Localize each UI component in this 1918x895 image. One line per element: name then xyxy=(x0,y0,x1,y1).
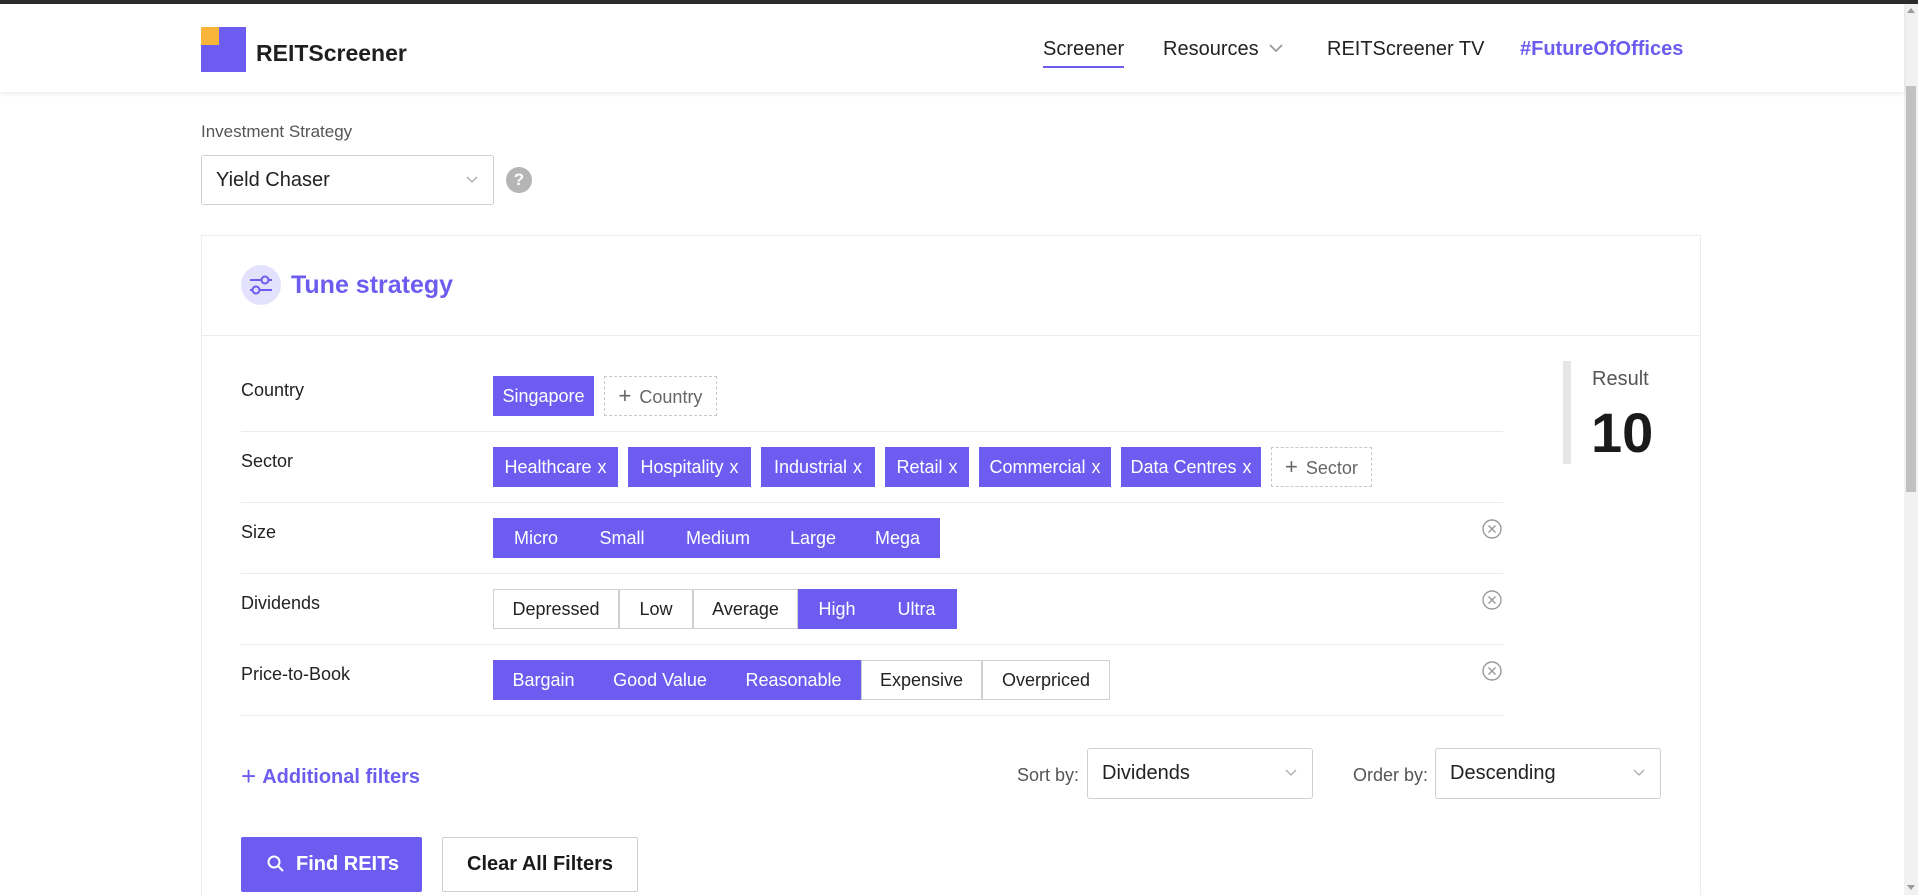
chip-sector-healthcare[interactable]: Healthcare x xyxy=(493,447,618,487)
chevron-down-icon[interactable] xyxy=(1268,42,1284,54)
sliders-icon xyxy=(241,265,281,305)
size-option-small[interactable]: Small xyxy=(579,518,665,558)
scroll-up-arrow-icon[interactable] xyxy=(1907,8,1915,13)
dividends-option-depressed[interactable]: Depressed xyxy=(493,589,619,629)
nav-reitscreener-tv[interactable]: REITScreener TV xyxy=(1327,38,1484,61)
investment-strategy-select[interactable]: Yield Chaser xyxy=(201,155,494,205)
reitscreener-logo[interactable] xyxy=(201,27,246,72)
dividends-option-ultra[interactable]: Ultra xyxy=(876,589,957,629)
chip-sector-hospitality[interactable]: Hospitality x xyxy=(628,447,751,487)
sort-by-value: Dividends xyxy=(1102,762,1190,784)
clear-price-to-book-icon[interactable] xyxy=(1481,660,1503,682)
clear-size-icon[interactable] xyxy=(1481,518,1503,540)
find-reits-label: Find REITs xyxy=(296,853,399,875)
order-by-label: Order by: xyxy=(1353,765,1429,785)
dividends-option-high[interactable]: High xyxy=(798,589,876,629)
strategy-value: Yield Chaser xyxy=(216,169,330,191)
chip-label: Retail xyxy=(896,457,943,477)
panel-divider xyxy=(201,335,1701,336)
chip-label: Data Centres xyxy=(1130,457,1237,477)
help-icon[interactable]: ? xyxy=(506,167,532,193)
plus-icon: + xyxy=(1285,454,1298,479)
chip-country-singapore[interactable]: Singapore xyxy=(493,376,594,416)
ptb-option-reasonable[interactable]: Reasonable xyxy=(726,660,861,700)
nav-resources[interactable]: Resources xyxy=(1163,38,1259,61)
chip-label: Commercial xyxy=(989,457,1086,477)
chip-sector-retail[interactable]: Retail x xyxy=(885,447,969,487)
additional-filters-label: Additional filters xyxy=(262,766,420,788)
plus-icon: + xyxy=(618,383,632,408)
chip-sector-industrial[interactable]: Industrial x xyxy=(761,447,875,487)
chip-label: Hospitality xyxy=(640,457,724,477)
dividends-label: Dividends xyxy=(241,593,321,613)
nav-active-underline xyxy=(1043,66,1124,68)
scroll-down-arrow-icon[interactable] xyxy=(1907,885,1915,890)
size-option-mega[interactable]: Mega xyxy=(855,518,940,558)
size-label: Size xyxy=(241,522,277,542)
remove-icon[interactable]: x xyxy=(598,457,607,477)
brand-name[interactable]: REITScreener xyxy=(256,40,407,67)
nav-screener[interactable]: Screener xyxy=(1043,38,1124,61)
sort-by-label: Sort by: xyxy=(1017,765,1080,785)
site-header: REITScreener Screener Resources REITScre… xyxy=(0,4,1904,92)
search-icon xyxy=(267,855,284,872)
add-sector-label: Sector xyxy=(1305,458,1358,478)
investment-strategy-label: Investment Strategy xyxy=(201,122,353,141)
country-label: Country xyxy=(241,380,305,400)
ptb-option-bargain[interactable]: Bargain xyxy=(493,660,594,700)
plus-icon: + xyxy=(241,761,257,791)
add-country-label: Country xyxy=(639,387,703,407)
remove-icon[interactable]: x xyxy=(949,457,958,477)
order-by-select[interactable]: Descending xyxy=(1435,748,1661,799)
result-count: 10 xyxy=(1591,401,1654,464)
chevron-down-icon xyxy=(1285,769,1297,776)
additional-filters-button[interactable]: + Additional filters xyxy=(241,761,420,792)
result-accent-bar xyxy=(1563,361,1571,464)
dividends-option-average[interactable]: Average xyxy=(693,589,798,629)
size-option-micro[interactable]: Micro xyxy=(493,518,579,558)
chevron-down-icon xyxy=(466,176,478,183)
scrollbar-thumb[interactable] xyxy=(1906,86,1916,492)
ptb-option-expensive[interactable]: Expensive xyxy=(861,660,982,700)
size-option-medium[interactable]: Medium xyxy=(665,518,771,558)
tune-strategy-title: Tune strategy xyxy=(291,271,454,299)
add-country-button[interactable]: + Country xyxy=(604,376,717,416)
remove-icon[interactable]: x xyxy=(853,457,862,477)
order-by-value: Descending xyxy=(1450,762,1556,784)
sector-label: Sector xyxy=(241,451,294,471)
remove-icon[interactable]: x xyxy=(1092,457,1101,477)
size-option-large[interactable]: Large xyxy=(771,518,855,558)
chip-sector-commercial[interactable]: Commercial x xyxy=(979,447,1111,487)
dividends-option-low[interactable]: Low xyxy=(619,589,693,629)
row-divider xyxy=(241,502,1503,503)
chip-sector-data-centres[interactable]: Data Centres x xyxy=(1121,447,1261,487)
result-label: Result xyxy=(1592,368,1649,390)
find-reits-button[interactable]: Find REITs xyxy=(241,837,422,892)
chip-label: Industrial xyxy=(773,457,848,477)
ptb-option-good-value[interactable]: Good Value xyxy=(594,660,726,700)
remove-icon[interactable]: x xyxy=(1243,457,1252,477)
row-divider xyxy=(241,715,1503,716)
sort-by-select[interactable]: Dividends xyxy=(1087,748,1313,799)
row-divider xyxy=(241,431,1503,432)
clear-dividends-icon[interactable] xyxy=(1481,589,1503,611)
row-divider xyxy=(241,573,1503,574)
add-sector-button[interactable]: + Sector xyxy=(1271,447,1372,487)
remove-icon[interactable]: x xyxy=(730,457,739,477)
chevron-down-icon xyxy=(1633,769,1645,776)
nav-future-of-offices[interactable]: #FutureOfOffices xyxy=(1520,38,1683,61)
ptb-option-overpriced[interactable]: Overpriced xyxy=(982,660,1110,700)
row-divider xyxy=(241,644,1503,645)
chip-label: Healthcare xyxy=(504,457,592,477)
price-to-book-label: Price-to-Book xyxy=(241,664,351,684)
clear-all-filters-button[interactable]: Clear All Filters xyxy=(442,837,638,892)
